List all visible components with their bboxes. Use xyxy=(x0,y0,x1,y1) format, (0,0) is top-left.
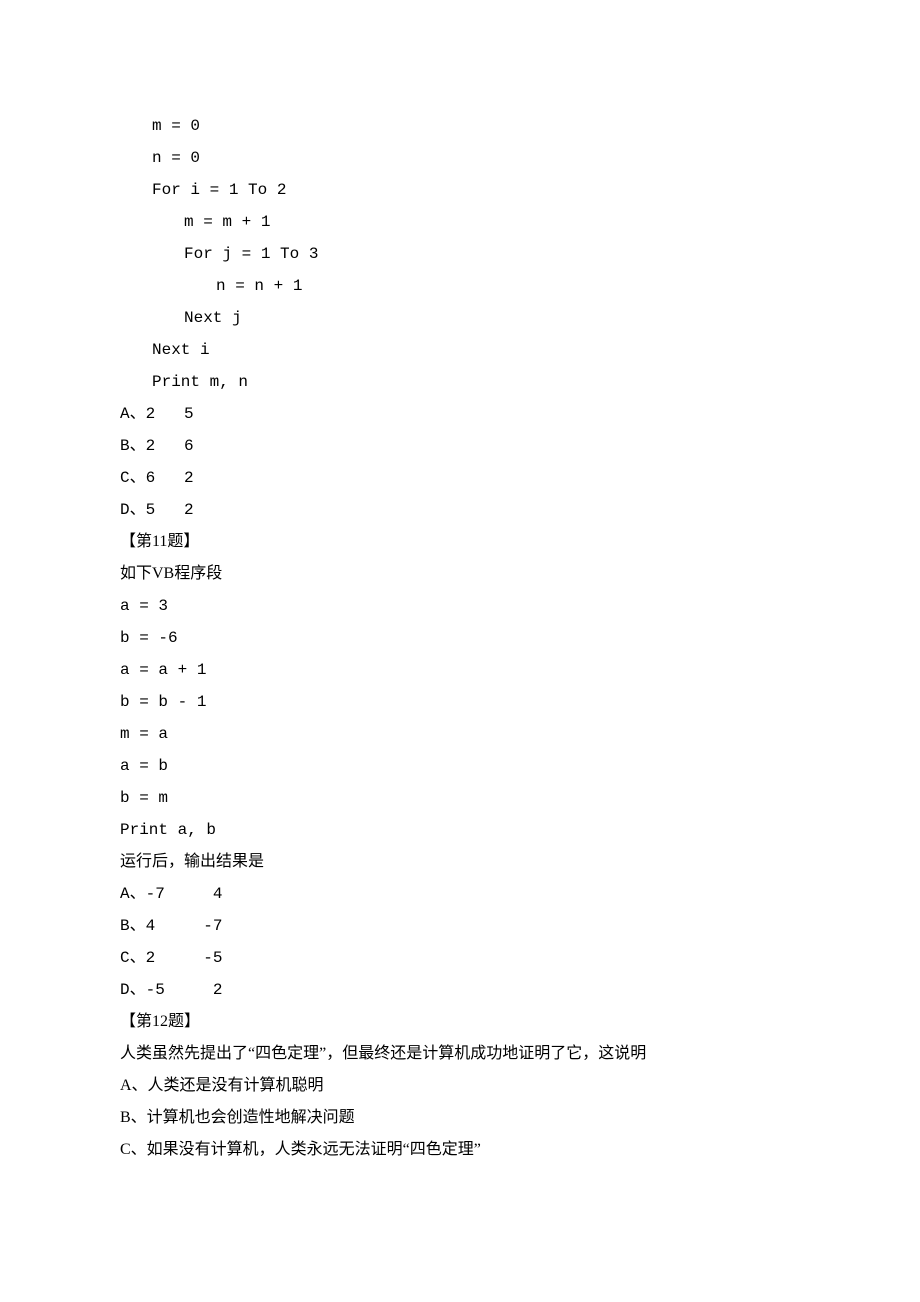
q11-option-c: C、2 -5 xyxy=(120,942,800,974)
code-line: For i = 1 To 2 xyxy=(120,174,800,206)
q11-prompt: 运行后，输出结果是 xyxy=(120,846,800,878)
code-line: a = 3 xyxy=(120,590,800,622)
q12-header: 【第12题】 xyxy=(120,1006,800,1038)
code-line: Print m, n xyxy=(120,366,800,398)
q11-option-d: D、-5 2 xyxy=(120,974,800,1006)
q10-option-b: B、2 6 xyxy=(120,430,800,462)
q11-stem: 如下VB程序段 xyxy=(120,558,800,590)
q12-option-c: C、如果没有计算机，人类永远无法证明“四色定理” xyxy=(120,1134,800,1166)
code-line: Print a, b xyxy=(120,814,800,846)
code-line: m = 0 xyxy=(120,110,800,142)
code-line: Next j xyxy=(120,302,800,334)
code-line: n = 0 xyxy=(120,142,800,174)
code-line: b = b - 1 xyxy=(120,686,800,718)
code-line: m = m + 1 xyxy=(120,206,800,238)
q12-stem: 人类虽然先提出了“四色定理”，但最终还是计算机成功地证明了它，这说明 xyxy=(120,1038,800,1070)
q11-option-b: B、4 -7 xyxy=(120,910,800,942)
code-line: a = b xyxy=(120,750,800,782)
q12-option-a: A、人类还是没有计算机聪明 xyxy=(120,1070,800,1102)
q12-option-b: B、计算机也会创造性地解决问题 xyxy=(120,1102,800,1134)
code-line: For j = 1 To 3 xyxy=(120,238,800,270)
q10-option-c: C、6 2 xyxy=(120,462,800,494)
q11-header: 【第11题】 xyxy=(120,526,800,558)
code-line: b = m xyxy=(120,782,800,814)
code-line: n = n + 1 xyxy=(120,270,800,302)
code-line: a = a + 1 xyxy=(120,654,800,686)
q11-option-a: A、-7 4 xyxy=(120,878,800,910)
code-line: Next i xyxy=(120,334,800,366)
q10-option-a: A、2 5 xyxy=(120,398,800,430)
code-line: m = a xyxy=(120,718,800,750)
document-page: m = 0 n = 0 For i = 1 To 2 m = m + 1 For… xyxy=(0,0,920,1226)
q10-option-d: D、5 2 xyxy=(120,494,800,526)
code-line: b = -6 xyxy=(120,622,800,654)
